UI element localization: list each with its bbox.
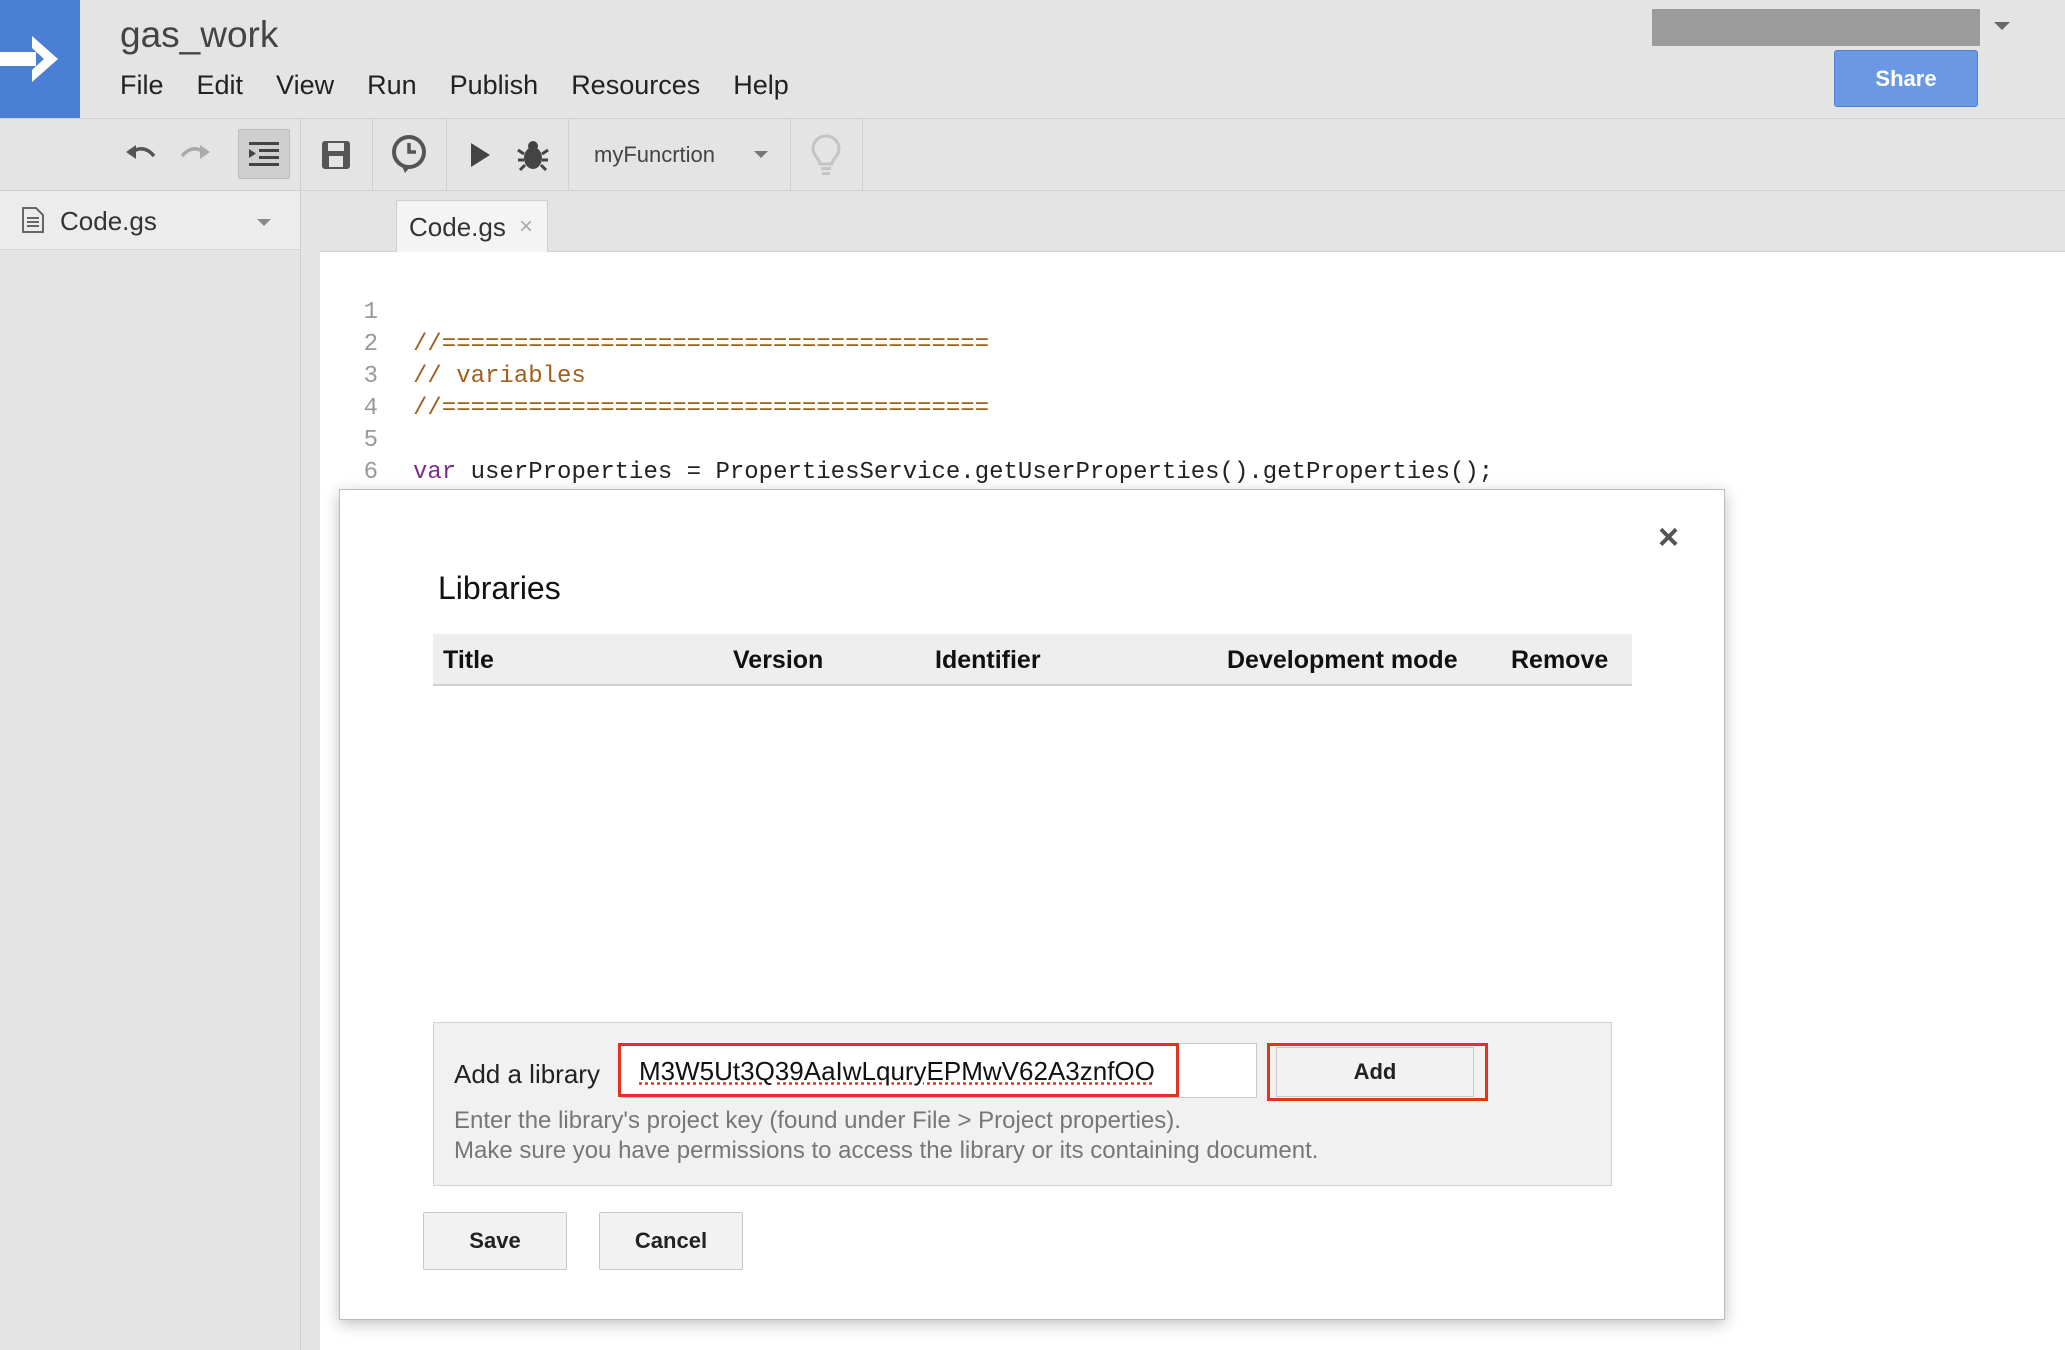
toolbar-divider: [372, 119, 373, 190]
code-line: 6 var slackAccessToken = userProperties[…: [320, 425, 1278, 518]
code-text: var userProperties = PropertiesService.g…: [413, 459, 1494, 486]
menu-resources[interactable]: Resources: [571, 70, 700, 101]
cancel-button[interactable]: Cancel: [599, 1212, 743, 1270]
undo-icon[interactable]: [118, 119, 164, 190]
help-text: Make sure you have permissions to access…: [454, 1137, 1319, 1164]
add-button-highlight-box: [1267, 1043, 1488, 1101]
column-development-mode: Development mode: [1227, 646, 1458, 674]
column-identifier: Identifier: [935, 646, 1041, 674]
add-library-label: Add a library: [454, 1059, 600, 1089]
code-line: 2 // variables: [320, 297, 586, 390]
libraries-table-header: Title Version Identifier Development mod…: [433, 634, 1632, 686]
close-icon[interactable]: ×: [519, 213, 533, 241]
toolbar: myFuncrtion: [0, 119, 2065, 191]
arrow-right-icon: [0, 36, 58, 82]
menu-bar: File Edit View Run Publish Resources Hel…: [120, 70, 822, 101]
menu-edit[interactable]: Edit: [197, 70, 244, 101]
code-line: 4: [320, 361, 406, 422]
toolbar-divider: [446, 119, 447, 190]
add-library-panel: Add a library M3W5Ut3Q39AaIwLquryEPMwV62…: [433, 1022, 1612, 1186]
tab-label: Code.gs: [409, 212, 506, 242]
play-icon[interactable]: [460, 119, 500, 190]
toolbar-divider: [568, 119, 569, 190]
sidebar-file-code-gs[interactable]: Code.gs: [0, 191, 300, 250]
menu-view[interactable]: View: [276, 70, 334, 101]
apps-script-logo[interactable]: [0, 0, 80, 118]
code-line: 1 //====================================…: [320, 265, 990, 358]
help-text: Enter the library's project key (found u…: [454, 1107, 1181, 1134]
chevron-down-icon[interactable]: [257, 219, 271, 226]
indent-icon[interactable]: [238, 129, 290, 179]
save-button[interactable]: Save: [423, 1212, 567, 1270]
document-icon: [22, 207, 44, 238]
account-switcher[interactable]: [1652, 9, 1980, 46]
menu-help[interactable]: Help: [733, 70, 789, 101]
column-version: Version: [733, 646, 824, 674]
close-icon[interactable]: ×: [1658, 516, 1679, 558]
menu-run[interactable]: Run: [367, 70, 417, 101]
tab-code-gs[interactable]: Code.gs ×: [396, 200, 548, 252]
app-header: gas_work File Edit View Run Publish Reso…: [0, 0, 2065, 119]
code-text: // variables: [413, 363, 586, 390]
menu-file[interactable]: File: [120, 70, 164, 101]
chevron-down-icon[interactable]: [754, 151, 768, 158]
toolbar-divider: [862, 119, 863, 190]
share-button[interactable]: Share: [1834, 50, 1978, 107]
file-name: Code.gs: [60, 206, 157, 236]
function-select[interactable]: myFuncrtion: [594, 119, 715, 190]
toolbar-divider: [790, 119, 791, 190]
dialog-title: Libraries: [438, 570, 561, 606]
toolbar-divider: [300, 119, 301, 190]
code-text: //======================================: [413, 331, 990, 358]
libraries-dialog: × Libraries Title Version Identifier Dev…: [339, 489, 1725, 1320]
bug-icon[interactable]: [508, 119, 558, 190]
lightbulb-icon[interactable]: [802, 119, 850, 190]
file-sidebar: Code.gs: [0, 191, 301, 1350]
code-line: 3 //====================================…: [320, 329, 990, 422]
save-icon[interactable]: [312, 119, 360, 190]
project-title[interactable]: gas_work: [120, 14, 278, 56]
redo-icon[interactable]: [172, 119, 218, 190]
code-line: 5 var userProperties = PropertiesService…: [320, 393, 1494, 486]
input-highlight-box: [618, 1043, 1179, 1097]
editor-tab-strip: Code.gs ×: [320, 191, 2065, 252]
code-keyword: var: [413, 459, 457, 486]
column-remove: Remove: [1511, 646, 1609, 674]
menu-publish[interactable]: Publish: [450, 70, 539, 101]
clock-icon[interactable]: [384, 119, 434, 190]
chevron-down-icon[interactable]: [1994, 22, 2010, 30]
column-title: Title: [443, 646, 494, 674]
code-line: 7 var channelId = userProperties['slack_…: [320, 457, 1148, 550]
code-text: //======================================: [413, 395, 990, 422]
